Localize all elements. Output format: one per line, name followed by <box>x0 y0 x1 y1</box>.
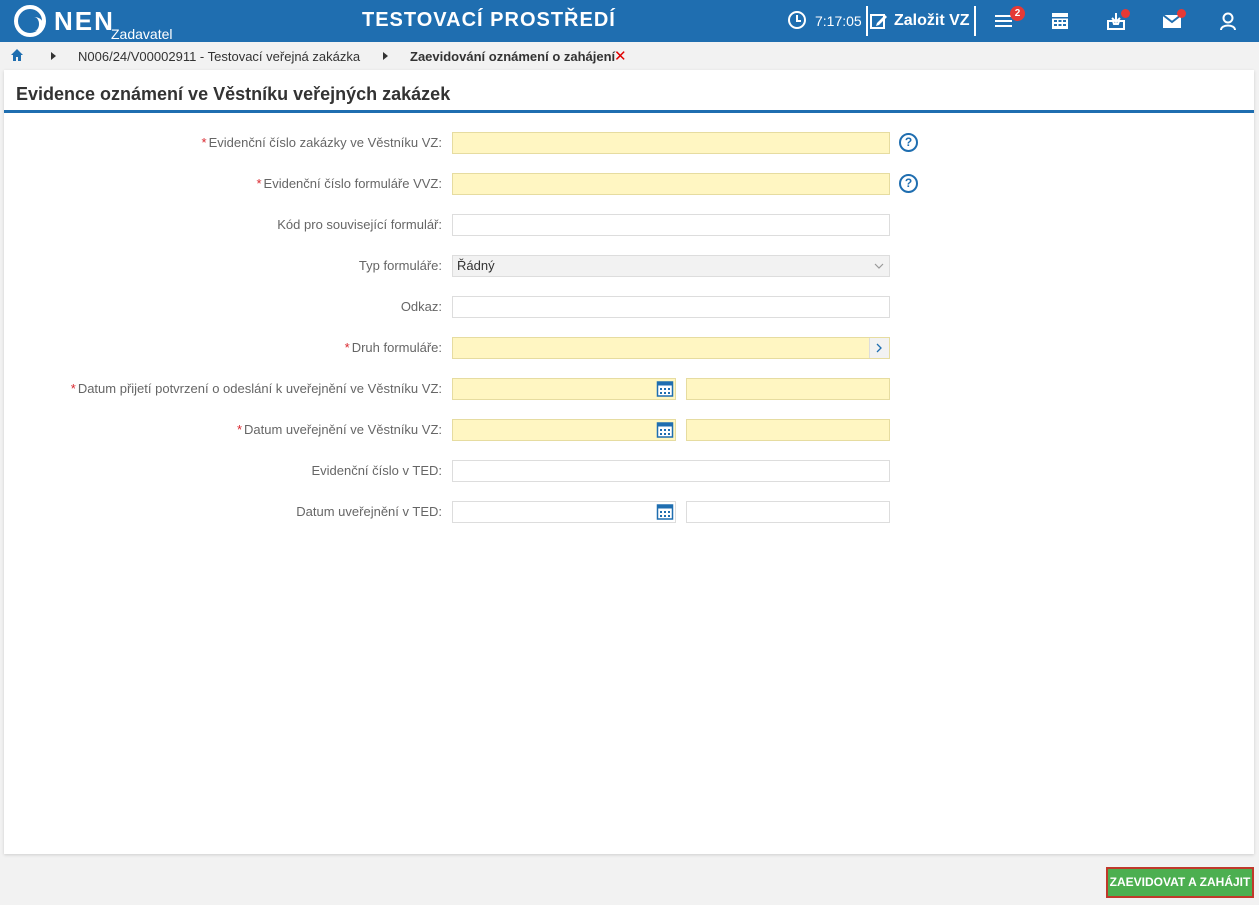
calendar-icon[interactable] <box>656 380 674 398</box>
field-label: * Datum uveřejnění ve Věstníku VZ: <box>236 422 442 437</box>
calendar-icon[interactable] <box>656 503 674 521</box>
clock-icon <box>788 11 806 29</box>
breadcrumb-current: Zaevidování oznámení o zahájení <box>410 49 616 64</box>
breadcrumb-procurement-link[interactable]: N006/24/V00002911 - Testovací veřejná za… <box>78 49 360 64</box>
related-form-code-input[interactable] <box>452 214 890 236</box>
home-icon[interactable] <box>10 48 24 62</box>
create-vz-label: Založit VZ <box>894 12 970 29</box>
help-icon[interactable]: ? <box>899 174 918 193</box>
mail-notification-dot <box>1177 9 1186 18</box>
field-row-form-kind: * Druh formuláře: <box>4 337 1254 359</box>
required-mark: * <box>256 176 262 191</box>
field-label: * Evidenční číslo zakázky ve Věstníku VZ: <box>201 135 442 150</box>
session-time: 7:17:05 <box>815 13 862 29</box>
field-label: Odkaz: <box>400 299 442 314</box>
required-mark: * <box>344 340 350 355</box>
publication-date-input[interactable] <box>452 419 676 441</box>
inbox-notification-dot <box>1121 9 1130 18</box>
calendar-icon[interactable] <box>656 421 674 439</box>
field-row-ted-number: Evidenční číslo v TED: <box>4 460 1254 482</box>
field-label: Kód pro související formulář: <box>277 217 442 232</box>
required-mark: * <box>201 135 207 150</box>
tasks-badge: 2 <box>1010 6 1025 21</box>
breadcrumb: N006/24/V00002911 - Testovací veřejná za… <box>0 42 1259 70</box>
logo-text: NEN <box>54 6 115 36</box>
top-bar: NEN Zadavatel TESTOVACÍ PROSTŘEDÍ 7:17:0… <box>0 0 1259 42</box>
title-divider <box>4 110 1254 113</box>
confirmation-date-input[interactable] <box>452 378 676 400</box>
chevron-right-icon[interactable] <box>869 338 889 358</box>
field-label: * Evidenční číslo formuláře VVZ: <box>256 176 442 191</box>
field-label: * Druh formuláře: <box>344 340 442 355</box>
field-label: Datum uveřejnění v TED: <box>296 504 442 519</box>
page-title: Evidence oznámení ve Věstníku veřejných … <box>16 84 451 104</box>
form-type-select[interactable]: Řádný <box>452 255 890 277</box>
required-mark: * <box>236 422 243 437</box>
field-row-vvz-form-number: * Evidenční číslo formuláře VVZ: ? <box>4 173 1254 195</box>
field-label: Typ formuláře: <box>358 258 442 273</box>
ted-publication-time-input[interactable] <box>686 501 890 523</box>
create-vz-button[interactable]: Založit VZ <box>870 8 970 34</box>
required-mark: * <box>70 381 76 396</box>
close-icon[interactable]: ✕ <box>614 47 627 65</box>
ted-number-input[interactable] <box>452 460 890 482</box>
calculator-icon[interactable] <box>1049 10 1071 32</box>
breadcrumb-chevron-icon <box>51 52 56 60</box>
field-row-form-type: Typ formuláře: Řádný <box>4 255 1254 277</box>
field-label: * Datum přijetí potvrzení o odeslání k uv… <box>70 381 442 396</box>
ted-publication-date-input[interactable] <box>452 501 676 523</box>
user-icon[interactable] <box>1217 10 1239 32</box>
form-panel: Evidence oznámení ve Věstníku veřejných … <box>4 70 1254 854</box>
register-and-start-button[interactable]: ZAEVIDOVAT A ZAHÁJIT <box>1106 867 1254 898</box>
field-row-related-form-code: Kód pro související formulář: <box>4 214 1254 236</box>
vvz-contract-number-input[interactable] <box>452 132 890 154</box>
field-row-link: Odkaz: <box>4 296 1254 318</box>
divider <box>974 6 976 36</box>
vvz-form-number-input[interactable] <box>452 173 890 195</box>
chevron-down-icon <box>869 256 889 276</box>
field-row-ted-publication-date: Datum uveřejnění v TED: <box>4 501 1254 523</box>
link-input[interactable] <box>452 296 890 318</box>
logo-subtitle: Zadavatel <box>111 26 173 42</box>
breadcrumb-chevron-icon <box>383 52 388 60</box>
field-row-confirmation-date: * Datum přijetí potvrzení o odeslání k uv… <box>4 378 1254 400</box>
divider <box>866 6 868 36</box>
field-label: Evidenční číslo v TED: <box>311 463 442 478</box>
logo-icon <box>14 5 46 37</box>
field-row-vvz-contract-number: * Evidenční číslo zakázky ve Věstníku VZ:… <box>4 132 1254 154</box>
field-row-publication-date: * Datum uveřejnění ve Věstníku VZ: <box>4 419 1254 441</box>
help-icon[interactable]: ? <box>899 133 918 152</box>
publication-time-input[interactable] <box>686 419 890 441</box>
environment-title: TESTOVACÍ PROSTŘEDÍ <box>362 9 616 31</box>
edit-icon <box>870 14 887 29</box>
confirmation-time-input[interactable] <box>686 378 890 400</box>
form-kind-picker[interactable] <box>452 337 890 359</box>
form-type-value: Řádný <box>457 258 495 273</box>
